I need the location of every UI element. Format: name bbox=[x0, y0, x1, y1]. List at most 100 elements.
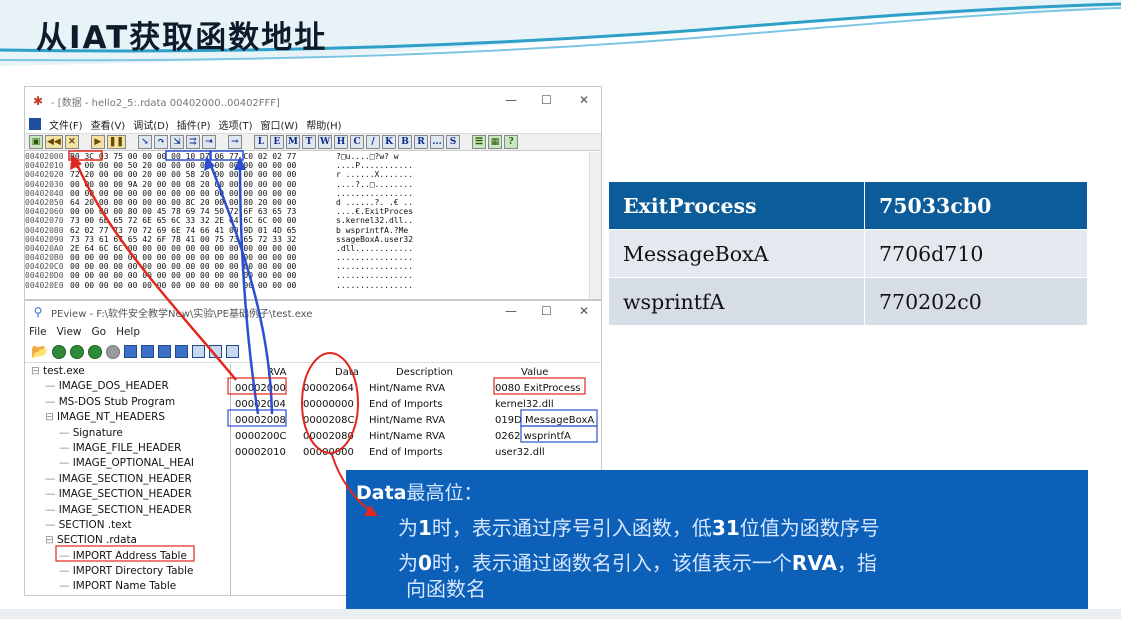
tree-item[interactable]: — MS-DOS Stub Program bbox=[25, 395, 230, 410]
step-into-icon[interactable]: ↘ bbox=[137, 135, 152, 149]
tree-item[interactable]: — SECTION .text bbox=[25, 518, 230, 533]
toolbar-l[interactable]: L bbox=[253, 135, 268, 149]
dump-hex-row[interactable]: 73 00 6B 65 72 6E 65 6C 33 32 2E 64 6C 6… bbox=[70, 216, 332, 225]
dump-hex-row[interactable]: 00 00 00 00 00 00 00 00 00 00 00 00 00 0… bbox=[70, 262, 332, 271]
tree-item[interactable]: — IMPORT Address Table bbox=[25, 549, 230, 564]
dump-text-row[interactable]: ....?..□........ bbox=[336, 180, 429, 189]
pe-menu-help[interactable]: Help bbox=[116, 326, 140, 338]
dump-hex-row[interactable]: 00 00 00 00 00 00 00 00 00 00 00 00 00 0… bbox=[70, 253, 332, 262]
trace-into-icon[interactable]: ⇲ bbox=[169, 135, 184, 149]
menu-view[interactable]: 查看(V) bbox=[91, 117, 126, 132]
view-c-icon[interactable] bbox=[226, 345, 240, 358]
restart-icon[interactable]: ◀◀ bbox=[45, 135, 63, 149]
toolbar-c[interactable]: C bbox=[350, 135, 365, 149]
execute-till-return-icon[interactable]: ⇥ bbox=[201, 135, 216, 149]
tree-item[interactable]: ⊟ SECTION .rdata bbox=[25, 533, 230, 548]
dump-hex-row[interactable]: 64 20 00 00 00 00 00 00 8C 20 00 00 80 2… bbox=[70, 198, 332, 207]
dump-text-row[interactable]: ................ bbox=[336, 271, 429, 280]
toolbar-w[interactable]: W bbox=[317, 135, 333, 149]
view-b-icon[interactable] bbox=[209, 345, 223, 358]
dump-text-row[interactable]: ....€.ExitProces bbox=[336, 207, 429, 216]
dump-address[interactable]: 00402080 bbox=[25, 226, 68, 235]
tree-item[interactable]: — Signature bbox=[25, 426, 230, 441]
pe-close-icon[interactable]: ✕ bbox=[579, 304, 589, 318]
menu-plugins[interactable]: 插件(P) bbox=[177, 117, 211, 132]
dump-address[interactable]: 004020D0 bbox=[25, 271, 68, 280]
run-icon[interactable]: ▶ bbox=[90, 135, 105, 149]
help-icon[interactable]: ? bbox=[504, 135, 519, 149]
dump-hex-row[interactable]: 00 00 00 00 50 20 00 00 00 00 00 00 00 0… bbox=[70, 161, 332, 170]
dump-text-row[interactable]: ................ bbox=[336, 262, 429, 271]
step-over-icon[interactable]: ↷ bbox=[153, 135, 168, 149]
toolbar-k[interactable]: K bbox=[382, 135, 397, 149]
menu-window[interactable]: 窗口(W) bbox=[261, 117, 299, 132]
dump-text-row[interactable]: ................ bbox=[336, 281, 429, 290]
dump-address[interactable]: 00402000 bbox=[25, 152, 68, 161]
table-row[interactable]: 00002004 00000000 End of Imports kernel32.d… bbox=[231, 397, 601, 413]
dump-address[interactable]: 00402070 bbox=[25, 216, 68, 225]
dump-hex-row[interactable]: 73 73 61 67 65 42 6F 78 41 00 75 73 65 7… bbox=[70, 235, 332, 244]
toolbar-slash[interactable]: / bbox=[366, 135, 381, 149]
dump-text-row[interactable]: ................ bbox=[336, 253, 429, 262]
dump-address[interactable]: 004020E0 bbox=[25, 281, 68, 290]
tree-item[interactable]: — IMAGE_FILE_HEADER bbox=[25, 441, 230, 456]
tree-item[interactable]: — IMPORT Directory Table bbox=[25, 564, 230, 579]
dump-hex-row[interactable]: 00 00 00 00 00 00 00 00 00 00 00 00 00 0… bbox=[70, 281, 332, 290]
menu-file[interactable]: 文件(F) bbox=[49, 117, 83, 132]
dump-text-row[interactable]: .dll............ bbox=[336, 244, 429, 253]
dump-text-row[interactable]: ?□u....□?w? w bbox=[336, 152, 429, 161]
table-row[interactable]: 0000200C 00002080 Hint/Name RVA 0262 wsprin… bbox=[231, 429, 601, 445]
dump-hex-row[interactable]: B0 3C 03 75 00 00 00 00 10 D7 06 77 C0 0… bbox=[70, 152, 332, 161]
dump-address[interactable]: 004020C0 bbox=[25, 262, 68, 271]
menu-help[interactable]: 帮助(H) bbox=[306, 117, 341, 132]
dump-hex-row[interactable]: 00 00 00 00 00 00 00 00 00 00 00 00 00 0… bbox=[70, 271, 332, 280]
open-folder-icon[interactable]: 📂 bbox=[31, 344, 48, 360]
pe-menu-view[interactable]: View bbox=[57, 326, 82, 338]
list-icon[interactable]: ☰ bbox=[472, 135, 487, 149]
table-row[interactable]: 00002000 00002064 Hint/Name RVA 0080 ExitPr… bbox=[231, 381, 601, 397]
view-dword-icon[interactable] bbox=[175, 345, 189, 358]
toolbar-h[interactable]: H bbox=[334, 135, 349, 149]
dump-address[interactable]: 00402030 bbox=[25, 180, 68, 189]
minimize-icon[interactable]: — bbox=[505, 93, 517, 107]
dump-address[interactable]: 00402040 bbox=[25, 189, 68, 198]
close-process-icon[interactable]: ✕ bbox=[64, 135, 79, 149]
view-a-icon[interactable] bbox=[192, 345, 206, 358]
dump-text-row[interactable]: ................ bbox=[336, 189, 429, 198]
tree-item[interactable]: — IMAGE_SECTION_HEADER bbox=[25, 472, 230, 487]
dump-address[interactable]: 00402060 bbox=[25, 207, 68, 216]
pe-maximize-icon[interactable]: ☐ bbox=[541, 304, 552, 318]
toolbar-dots[interactable]: ... bbox=[430, 135, 445, 149]
toolbar-s[interactable]: S bbox=[446, 135, 461, 149]
nav-first-icon[interactable] bbox=[52, 344, 67, 359]
nav-next-icon[interactable] bbox=[88, 344, 103, 359]
dump-scrollbar[interactable] bbox=[589, 152, 601, 299]
nav-prev-icon[interactable] bbox=[70, 344, 85, 359]
dump-text-row[interactable]: s.kernel32.dll.. bbox=[336, 216, 429, 225]
dump-text-row[interactable]: r ......X....... bbox=[336, 170, 429, 179]
tree-item[interactable]: — IMPORT Name Table bbox=[25, 579, 230, 594]
toolbar-b[interactable]: B bbox=[398, 135, 413, 149]
dump-text-row[interactable]: ....P........... bbox=[336, 161, 429, 170]
nav-last-icon[interactable] bbox=[106, 344, 121, 359]
dump-address[interactable]: 00402020 bbox=[25, 170, 68, 179]
tree-item[interactable]: ⊟ test.exe bbox=[25, 364, 230, 379]
table-row[interactable]: 00002008 0000208C Hint/Name RVA 019D Messag… bbox=[231, 413, 601, 429]
dump-text-row[interactable]: d ......?. .€ .. bbox=[336, 198, 429, 207]
dump-hex-row[interactable]: 62 02 77 73 70 72 69 6E 74 66 41 00 9D 0… bbox=[70, 226, 332, 235]
col-header-description[interactable]: Description bbox=[396, 367, 453, 378]
goto-icon[interactable]: → bbox=[227, 135, 242, 149]
dump-hex-row[interactable]: 00 00 00 00 00 00 00 00 00 00 00 00 00 0… bbox=[70, 189, 332, 198]
grid-icon[interactable]: ▦ bbox=[488, 135, 503, 149]
view-byte-icon[interactable] bbox=[141, 345, 155, 358]
tree-item[interactable]: — IMAGE_DOS_HEADER bbox=[25, 379, 230, 394]
tree-item[interactable]: — IMAGE_OPTIONAL_HEAI bbox=[25, 456, 230, 471]
col-header-rva[interactable]: RVA bbox=[267, 367, 286, 378]
toolbar-r[interactable]: R bbox=[414, 135, 429, 149]
tree-item[interactable]: — IMAGE_SECTION_HEADER bbox=[25, 503, 230, 518]
pe-menu-file[interactable]: File bbox=[29, 326, 47, 338]
dump-hex-row[interactable]: 00 00 00 00 9A 20 00 00 08 20 00 00 00 0… bbox=[70, 180, 332, 189]
table-row[interactable]: 00002010 00000000 End of Imports user32.dll bbox=[231, 445, 601, 461]
menu-options[interactable]: 选项(T) bbox=[219, 117, 253, 132]
dump-address[interactable]: 00402050 bbox=[25, 198, 68, 207]
